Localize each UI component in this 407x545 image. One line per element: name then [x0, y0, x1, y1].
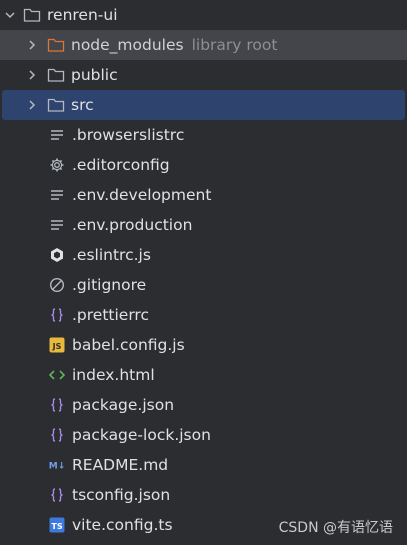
folder-icon — [23, 6, 41, 24]
tree-item-label: tsconfig.json — [72, 486, 171, 504]
project-tree: renren-ui node_modules library root publ… — [0, 0, 407, 540]
svg-text:JS: JS — [52, 342, 62, 351]
json-braces-icon — [48, 396, 66, 414]
excluded-folder-icon — [47, 36, 65, 54]
tree-item-label: .browserslistrc — [72, 126, 185, 144]
folder-icon — [47, 66, 65, 84]
watermark: CSDN @有语忆语 — [278, 520, 393, 536]
tree-item-babel-config[interactable]: JS babel.config.js — [0, 330, 407, 360]
tree-item-gitignore[interactable]: .gitignore — [0, 270, 407, 300]
folder-icon — [47, 96, 65, 114]
tree-item-label: .env.development — [72, 186, 212, 204]
tree-item-package-json[interactable]: package.json — [0, 390, 407, 420]
tree-item-label: .prettierrc — [72, 306, 149, 324]
svg-text:M↓: M↓ — [49, 462, 66, 472]
text-file-icon — [48, 186, 66, 204]
chevron-right-icon[interactable] — [26, 69, 38, 81]
tree-item-env-development[interactable]: .env.development — [0, 180, 407, 210]
json-braces-icon — [48, 306, 66, 324]
library-root-hint: library root — [191, 36, 278, 54]
tree-item-eslintrc[interactable]: .eslintrc.js — [0, 240, 407, 270]
tree-item-label: .eslintrc.js — [72, 246, 151, 264]
tree-item-node-modules[interactable]: node_modules library root — [0, 30, 407, 60]
tree-item-label: package.json — [72, 396, 175, 414]
tree-item-label: index.html — [72, 366, 155, 384]
tree-item-env-production[interactable]: .env.production — [0, 210, 407, 240]
chevron-down-icon[interactable] — [4, 9, 16, 21]
json-braces-icon — [48, 426, 66, 444]
tree-item-src[interactable]: src — [2, 90, 405, 120]
json-braces-icon — [48, 486, 66, 504]
text-file-icon — [48, 216, 66, 234]
ts-file-icon: TS — [48, 516, 66, 534]
tree-item-label: package-lock.json — [72, 426, 211, 444]
tree-item-label: renren-ui — [47, 6, 118, 24]
chevron-right-icon[interactable] — [26, 39, 38, 51]
tree-item-label: README.md — [72, 456, 169, 474]
tree-root-renren-ui[interactable]: renren-ui — [0, 0, 407, 30]
gear-icon — [48, 156, 66, 174]
tree-item-label: public — [71, 66, 118, 84]
tree-item-package-lock-json[interactable]: package-lock.json — [0, 420, 407, 450]
chevron-right-icon[interactable] — [26, 99, 38, 111]
tree-item-label: .env.production — [72, 216, 193, 234]
tree-item-public[interactable]: public — [0, 60, 407, 90]
tree-item-index-html[interactable]: index.html — [0, 360, 407, 390]
tree-item-prettierrc[interactable]: .prettierrc — [0, 300, 407, 330]
tree-item-readme[interactable]: M↓ README.md — [0, 450, 407, 480]
tree-item-label: babel.config.js — [72, 336, 185, 354]
tree-item-label: vite.config.ts — [72, 516, 173, 534]
text-file-icon — [48, 126, 66, 144]
js-file-icon: JS — [48, 336, 66, 354]
eslint-icon — [48, 246, 66, 264]
tree-item-editorconfig[interactable]: .editorconfig — [0, 150, 407, 180]
tree-item-label: .gitignore — [72, 276, 147, 294]
markdown-icon: M↓ — [48, 456, 66, 474]
tree-item-label: node_modules — [71, 36, 184, 54]
html-icon — [48, 366, 66, 384]
ignore-icon — [48, 276, 66, 294]
tree-item-browserslistrc[interactable]: .browserslistrc — [0, 120, 407, 150]
tree-item-label: .editorconfig — [72, 156, 170, 174]
svg-text:TS: TS — [51, 522, 62, 531]
tree-item-tsconfig[interactable]: tsconfig.json — [0, 480, 407, 510]
tree-item-label: src — [71, 96, 94, 114]
